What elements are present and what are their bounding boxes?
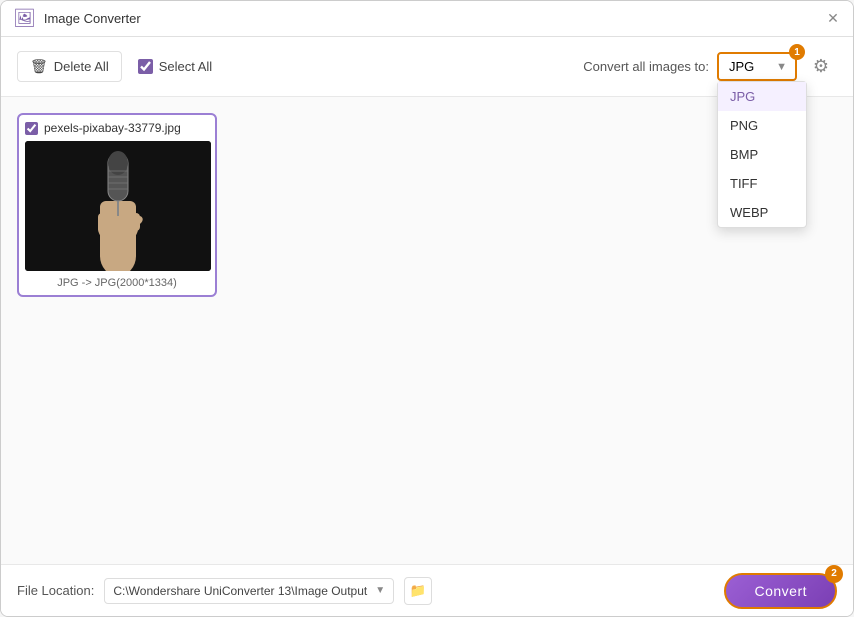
convert-btn-wrapper: Convert 2: [724, 573, 837, 609]
format-option-webp[interactable]: WEBP: [718, 198, 806, 227]
close-button[interactable]: ✕: [825, 11, 841, 27]
image-card-header: pexels-pixabay-33779.jpg: [25, 121, 209, 135]
file-path-dropdown[interactable]: C:\Wondershare UniConverter 13\Image Out…: [104, 578, 394, 604]
format-option-png[interactable]: PNG: [718, 111, 806, 140]
image-card-checkbox[interactable]: [25, 122, 38, 135]
settings-button[interactable]: ⚙: [805, 51, 837, 83]
dropdown-arrow-icon: ▼: [776, 61, 787, 73]
convert-badge: 2: [825, 565, 843, 583]
toolbar-right: Convert all images to: JPG ▼ 1 JPG PNG B…: [583, 51, 837, 83]
format-option-bmp[interactable]: BMP: [718, 140, 806, 169]
title-bar: 🖼 Image Converter ✕: [1, 1, 853, 37]
convert-all-label: Convert all images to:: [583, 59, 709, 74]
image-thumbnail: [25, 141, 211, 271]
image-card: pexels-pixabay-33779.jpg: [17, 113, 217, 297]
file-path-arrow-icon: ▼: [375, 585, 385, 596]
format-dropdown-menu: JPG PNG BMP TIFF WEBP: [717, 81, 807, 228]
title-bar-left: 🖼 Image Converter: [13, 8, 141, 29]
format-selected-value: JPG: [729, 59, 754, 74]
folder-icon: 📁: [410, 583, 427, 599]
format-option-jpg[interactable]: JPG: [718, 82, 806, 111]
select-all-label[interactable]: Select All: [138, 59, 212, 74]
format-select[interactable]: JPG ▼: [717, 52, 797, 81]
delete-all-label: Delete All: [54, 59, 109, 74]
select-all-text: Select All: [159, 59, 212, 74]
main-window: 🖼 Image Converter ✕ 🗑 Delete All Select …: [0, 0, 854, 617]
app-icon: 🖼: [13, 8, 36, 29]
footer: File Location: C:\Wondershare UniConvert…: [1, 564, 853, 616]
format-option-tiff[interactable]: TIFF: [718, 169, 806, 198]
delete-all-button[interactable]: 🗑 Delete All: [17, 51, 122, 82]
image-card-filename: pexels-pixabay-33779.jpg: [44, 121, 181, 135]
select-all-checkbox[interactable]: [138, 59, 153, 74]
format-badge: 1: [789, 44, 805, 60]
delete-icon: 🗑: [30, 58, 48, 75]
image-card-caption: JPG -> JPG(2000*1334): [25, 277, 209, 289]
browse-folder-button[interactable]: 📁: [404, 577, 432, 605]
image-preview-svg: [25, 141, 211, 271]
file-path-text: C:\Wondershare UniConverter 13\Image Out…: [113, 584, 367, 598]
window-title: Image Converter: [44, 11, 141, 26]
toolbar: 🗑 Delete All Select All Convert all imag…: [1, 37, 853, 97]
convert-button[interactable]: Convert: [724, 573, 837, 609]
file-location-label: File Location:: [17, 583, 94, 598]
format-dropdown-wrapper: JPG ▼ 1 JPG PNG BMP TIFF WEBP: [717, 52, 797, 81]
